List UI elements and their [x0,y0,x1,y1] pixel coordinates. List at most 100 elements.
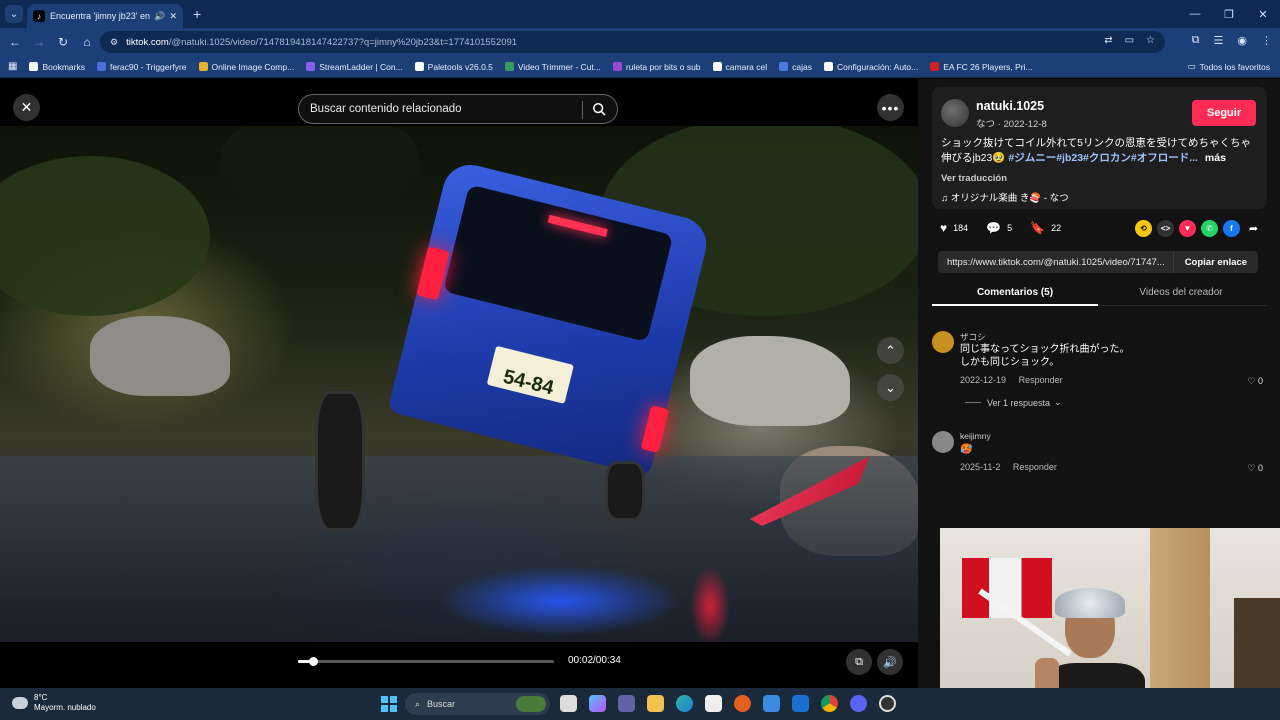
bookmark-favicon-icon [96,62,106,71]
site-info-icon[interactable]: ⚙ [110,37,118,48]
chevron-down-icon: ⌄ [1054,397,1062,407]
translate-link[interactable]: Ver traducción [941,173,1007,184]
app-blue-icon[interactable] [792,695,809,712]
reply-button[interactable]: Responder [1019,375,1063,385]
windows-start-icon[interactable] [381,696,397,712]
comment-user[interactable]: keijimny [960,431,991,441]
profile-icon[interactable]: ◉ [1237,34,1247,47]
chrome-icon[interactable] [821,695,838,712]
whatsapp-icon[interactable]: ✆ [1201,220,1218,237]
edge-icon[interactable] [676,695,693,712]
home-icon[interactable]: ⌂ [75,35,99,49]
close-tab-icon[interactable]: ✕ [169,11,177,22]
follow-button[interactable]: Seguir [1192,100,1256,126]
related-search-input[interactable]: Buscar contenido relacionado [298,94,618,124]
browser-menu-icon[interactable]: ⋮ [1261,34,1272,47]
tab-comments[interactable]: Comentarios (5) [932,287,1098,298]
pip-icon[interactable]: ⧉ [846,649,872,675]
comment-count: 5 [1007,223,1013,233]
author-avatar[interactable] [941,99,969,127]
minimize-icon[interactable]: — [1178,0,1212,28]
reload-icon[interactable]: ↻ [51,35,75,49]
store-icon[interactable] [705,695,722,712]
comment-avatar[interactable] [932,431,954,453]
send-icon[interactable]: ▼ [1179,220,1196,237]
copy-link-button[interactable]: Copiar enlace [1172,251,1258,273]
close-window-icon[interactable]: ✕ [1246,0,1280,28]
obs-icon[interactable] [879,695,896,712]
video-player[interactable]: 54-84 ✕ Buscar contenido relacionado •••… [0,79,918,688]
task-view-icon[interactable] [560,695,577,712]
restore-icon[interactable]: ❐ [1212,0,1246,28]
tab-title: Encuentra 'jimny jb23' en Ti [50,11,151,21]
file-explorer-icon[interactable] [647,695,664,712]
bookmark-item[interactable]: Bookmarks [29,62,85,72]
translate-icon[interactable]: ⇄ [1104,35,1112,46]
apps-grid-icon[interactable]: ▦ [8,61,17,72]
save-button[interactable]: 🔖 22 [1030,221,1061,235]
next-video-icon[interactable]: ⌄ [877,374,904,401]
comment-date: 2022-12-19 [960,375,1007,385]
comment-like[interactable]: ♡ 0 [1247,376,1263,387]
audio-icon[interactable]: 🔊 [154,11,165,22]
music-link[interactable]: ♫ オリジナル楽曲 き🍣 - なつ [941,190,1069,204]
url-input[interactable]: ⚙ tiktok.com /@natuki.1025/video/7147819… [100,31,1165,53]
progress-knob[interactable] [309,657,319,666]
cast-icon[interactable]: ▭ [1125,35,1134,46]
bookmark-item[interactable]: ruleta por bits o sub [612,62,701,72]
share-repost-icon[interactable]: ⟲ [1135,220,1152,237]
view-replies-button[interactable]: Ver 1 respuesta ⌄ [965,397,1062,408]
back-icon[interactable]: ← [3,35,27,49]
video-description: ショック抜けてコイル外れて5リンクの恩恵を受けてめちゃくちゃ伸びるjb23🥹 #… [941,136,1256,166]
view-replies-label: Ver 1 respuesta [987,397,1051,408]
hashtags[interactable]: #ジムニー#jb23#クロカン#オフロード... [1008,152,1198,164]
like-button[interactable]: ♥ 184 [940,221,968,235]
tab-creator-videos[interactable]: Videos del creador [1098,287,1264,298]
video-frame[interactable]: 54-84 [0,126,918,642]
more-button[interactable]: más [1205,152,1226,164]
new-tab-button[interactable]: + [193,6,201,22]
reply-button[interactable]: Responder [1013,462,1057,472]
facebook-icon[interactable]: f [1223,220,1240,237]
taskbar-search[interactable]: ⌕ Buscar [405,693,550,715]
bookmark-item[interactable]: Online Image Comp... [198,62,294,72]
bookmark-item[interactable]: cajas [779,62,812,72]
media-control-icon[interactable]: ☰ [1214,34,1224,47]
bookmark-item[interactable]: EA FC 26 Players, Pri... [930,62,1033,72]
weather-widget[interactable]: 8°C Mayorm. nublado [12,693,96,713]
bookmark-favicon-icon [930,62,940,71]
volume-icon[interactable]: 🔊 [877,649,903,675]
share-link[interactable]: https://www.tiktok.com/@natuki.1025/vide… [938,257,1173,268]
comment-avatar[interactable] [932,331,954,353]
embed-icon[interactable]: <> [1157,220,1174,237]
previous-video-icon[interactable]: ⌃ [877,337,904,364]
teams-icon[interactable] [618,695,635,712]
bookmark-item[interactable]: Configuración: Auto... [823,62,918,72]
bookmark-item[interactable]: ferac90 - Triggerfyre [96,62,187,72]
forward-icon[interactable]: → [27,35,51,49]
bookmark-item[interactable]: Paletools v26.0.5 [414,62,493,72]
progress-bar[interactable] [298,657,554,666]
extensions-icon[interactable]: ⧉ [1192,34,1200,47]
bookmark-item[interactable]: StreamLadder | Con... [306,62,403,72]
discord-icon[interactable] [850,695,867,712]
more-options-icon[interactable]: ••• [877,94,904,121]
copilot-icon[interactable] [589,695,606,712]
comment-user[interactable]: ザコシ [960,331,986,343]
bookmark-item[interactable]: camara cel [712,62,767,72]
tab-search-icon[interactable]: ⌄ [5,5,23,23]
comment-like[interactable]: ♡ 0 [1247,463,1263,474]
browser-tab[interactable]: ♪ Encuentra 'jimny jb23' en Ti 🔊 ✕ [27,4,183,28]
share-arrow-icon[interactable]: ➦ [1245,220,1262,237]
search-icon[interactable] [592,102,606,116]
comment-button[interactable]: 💬 5 [986,221,1012,235]
mail-icon[interactable] [763,695,780,712]
close-video-button[interactable]: ✕ [13,94,40,121]
tiktok-favicon-icon: ♪ [33,10,45,22]
all-bookmarks[interactable]: ▭ Todos los favoritos [1188,61,1270,72]
comment-meta: 2022-12-19 Responder [960,375,1063,385]
bookmark-star-icon[interactable]: ☆ [1146,35,1155,46]
author-username[interactable]: natuki.1025 [976,99,1044,113]
bookmark-item[interactable]: Video Trimmer - Cut... [504,62,601,72]
app-orange-icon[interactable] [734,695,751,712]
